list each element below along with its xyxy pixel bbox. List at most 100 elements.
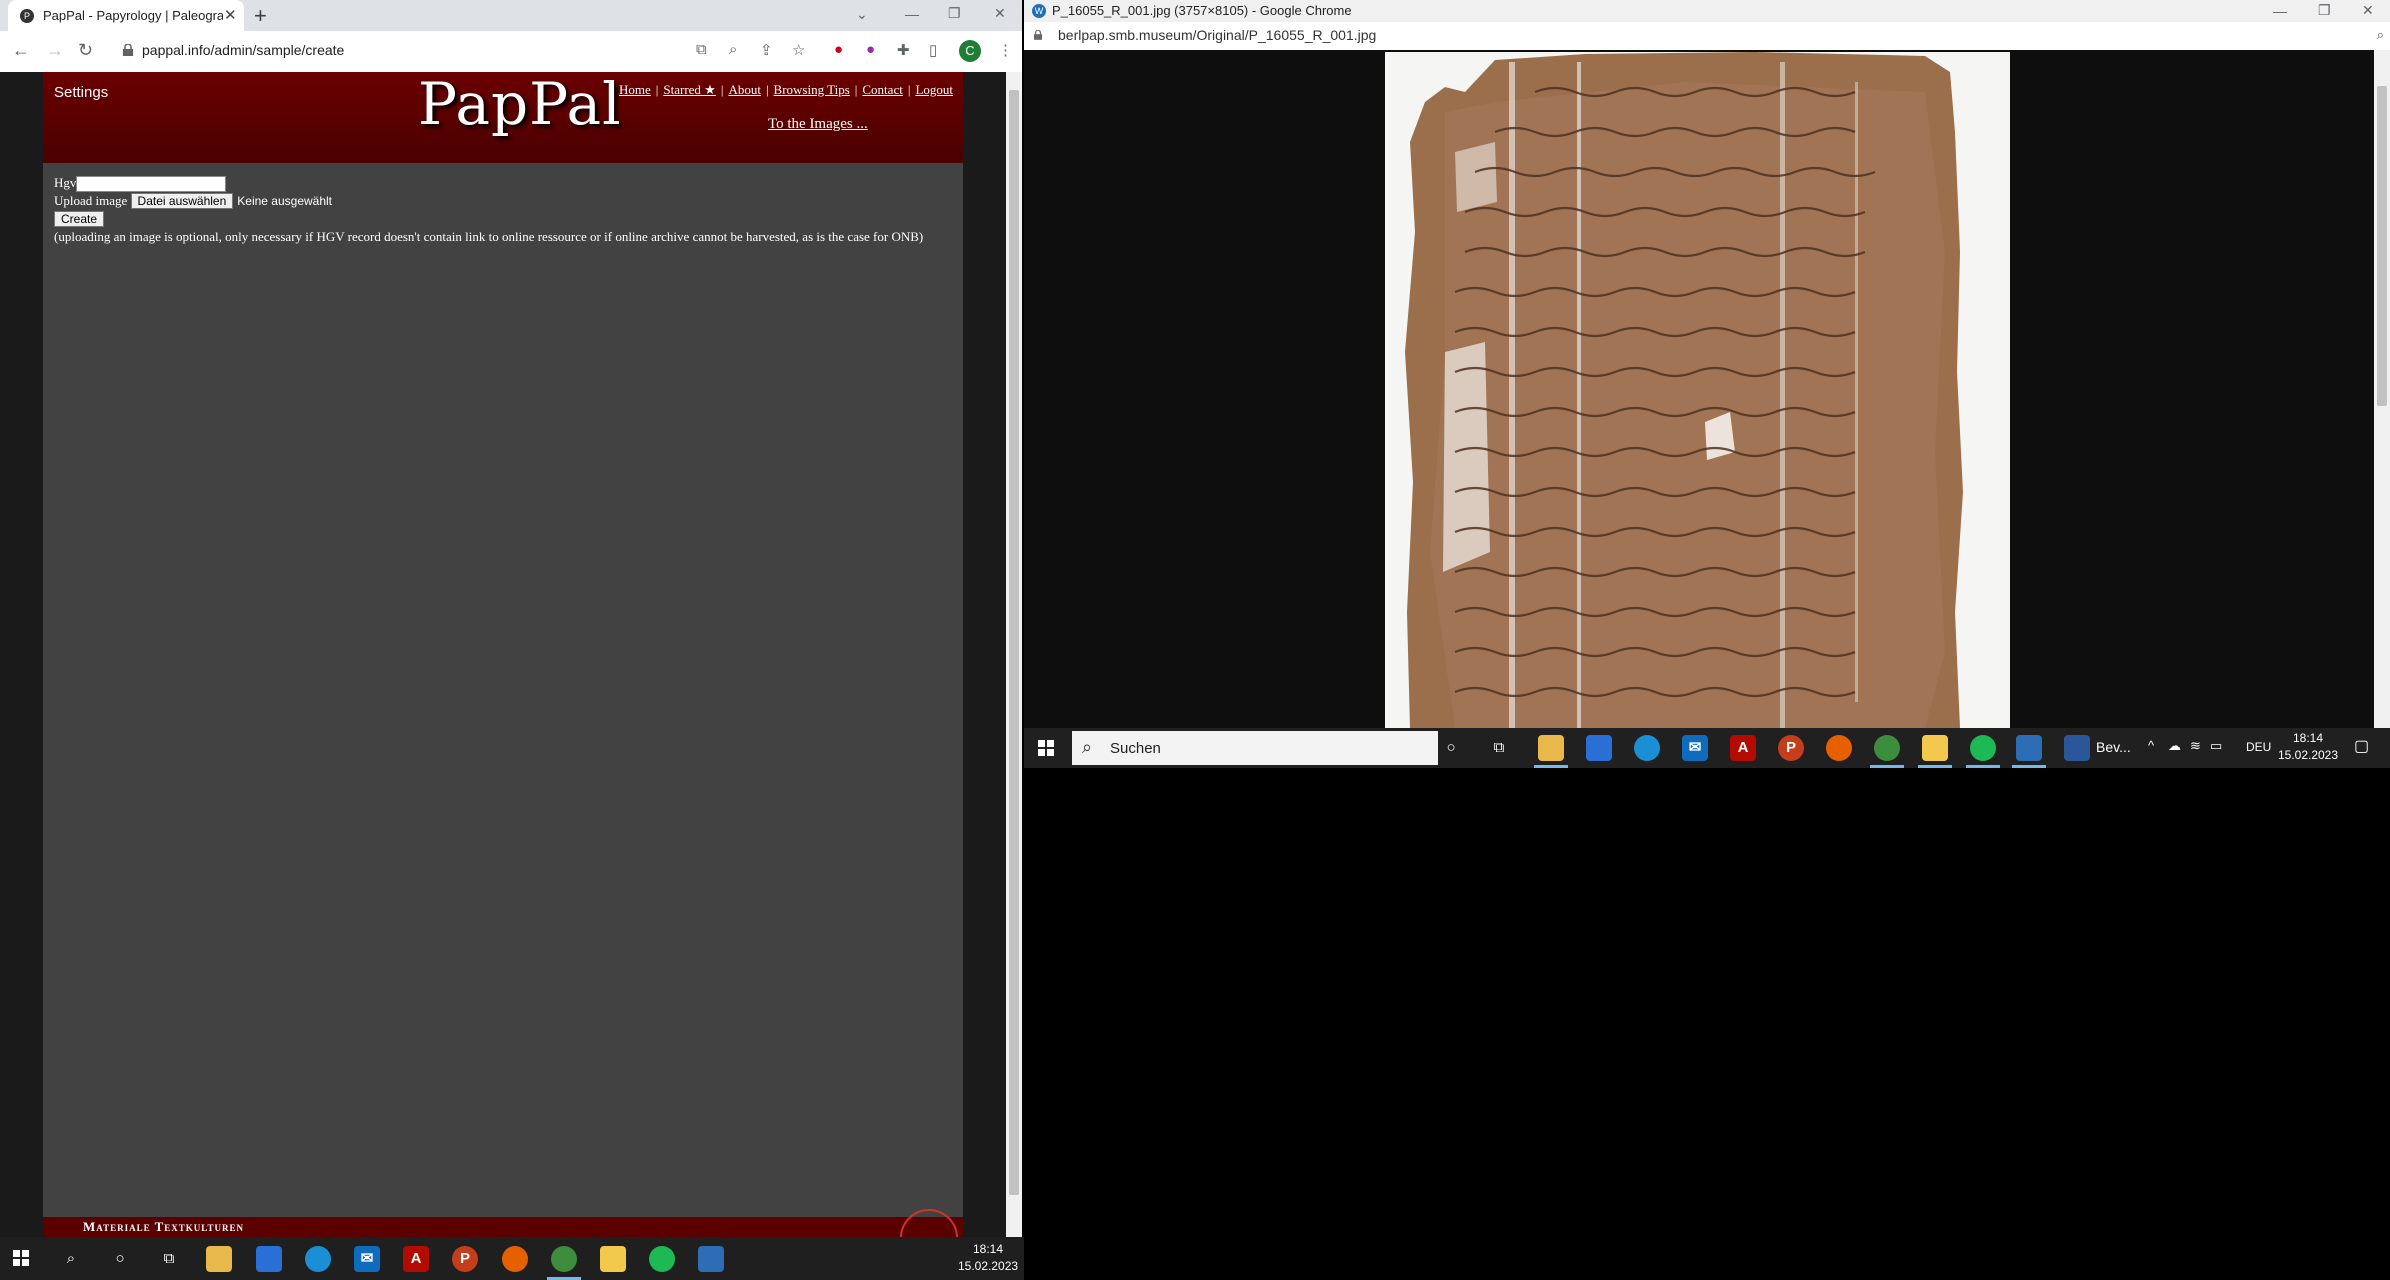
- windows-start-icon[interactable]: [13, 1250, 29, 1266]
- zoom-icon[interactable]: ⌕: [2377, 27, 2384, 43]
- share-icon[interactable]: ⇪: [760, 41, 773, 59]
- cortana-icon[interactable]: ○: [1438, 735, 1464, 761]
- translate-icon[interactable]: ⧉: [696, 41, 707, 58]
- taskbar-app-label[interactable]: Bev...: [2096, 739, 2131, 755]
- taskbar-clock[interactable]: 18:14 15.02.2023: [2276, 730, 2340, 764]
- extension-red-icon[interactable]: ●: [834, 41, 843, 58]
- windows-start-icon[interactable]: [1038, 740, 1054, 756]
- hgv-input[interactable]: [76, 176, 227, 193]
- nav-home[interactable]: Home: [619, 82, 651, 97]
- taskbar-clock[interactable]: 18:14 15.02.2023: [958, 1241, 1018, 1275]
- taskbar-search-box[interactable]: ⌕ Suchen: [1072, 731, 1438, 765]
- restore-icon[interactable]: ❐: [2318, 2, 2331, 19]
- close-window-icon[interactable]: ✕: [994, 5, 1006, 22]
- page-scrollbar[interactable]: [1006, 72, 1022, 1237]
- file-explorer-icon[interactable]: [1538, 735, 1564, 761]
- create-button[interactable]: Create: [54, 211, 105, 227]
- site-logo[interactable]: PapPal: [418, 70, 622, 138]
- task-view-icon[interactable]: ⧉: [156, 1246, 182, 1272]
- address-bar-row: berlpap.smb.museum/Original/P_16055_R_00…: [1024, 22, 2390, 50]
- lock-icon[interactable]: [1034, 30, 1042, 40]
- chrome-icon[interactable]: [551, 1246, 577, 1272]
- tab-search-icon[interactable]: ⌄: [856, 6, 868, 23]
- wifi-icon[interactable]: ≋: [2190, 738, 2201, 754]
- upload-image-label: Upload image: [54, 193, 128, 208]
- nav-about[interactable]: About: [728, 82, 761, 97]
- word-doc-icon[interactable]: [2064, 735, 2090, 761]
- file-manager-icon[interactable]: [600, 1246, 626, 1272]
- acrobat-icon[interactable]: A: [403, 1246, 429, 1272]
- firefox-icon[interactable]: [502, 1246, 528, 1272]
- pappal-page: Settings PapPal Home | Starred ★ | About | Bro…: [43, 70, 963, 1237]
- powerpoint-icon[interactable]: P: [1778, 735, 1804, 761]
- settings-link[interactable]: Settings: [54, 84, 108, 101]
- spotify-icon[interactable]: [1970, 735, 1996, 761]
- spotify-icon[interactable]: [649, 1246, 675, 1272]
- image-scrollbar[interactable]: [2374, 50, 2390, 728]
- notifications-icon[interactable]: ▢: [2354, 736, 2369, 756]
- cortana-icon[interactable]: ○: [107, 1246, 133, 1272]
- browser-toolbar: ← → ↻ pappal.info/admin/sample/create ⧉ …: [0, 31, 1022, 73]
- close-window-icon[interactable]: ✕: [2362, 2, 2374, 19]
- nav-starred[interactable]: Starred ★: [663, 82, 715, 97]
- powerpoint-icon[interactable]: P: [452, 1246, 478, 1272]
- extension-purple-icon[interactable]: ●: [866, 41, 875, 58]
- new-tab-button[interactable]: +: [254, 3, 267, 29]
- file-explorer-icon[interactable]: [206, 1246, 232, 1272]
- back-icon[interactable]: ←: [12, 40, 30, 61]
- pappal-favicon-icon: P: [20, 9, 34, 23]
- reload-icon[interactable]: ↻: [78, 40, 93, 61]
- nav-separator: |: [854, 82, 858, 97]
- clock-date: 15.02.2023: [2277, 748, 2339, 762]
- address-bar[interactable]: berlpap.smb.museum/Original/P_16055_R_00…: [1058, 27, 1376, 43]
- photos-icon[interactable]: [2016, 735, 2042, 761]
- papyrus-image[interactable]: [1385, 52, 2010, 728]
- file-manager-icon[interactable]: [1922, 735, 1948, 761]
- battery-icon[interactable]: ▭: [2210, 738, 2222, 754]
- wordpress-favicon-icon: W: [1032, 4, 1046, 18]
- profile-avatar[interactable]: C: [959, 40, 981, 62]
- language-indicator[interactable]: DEU: [2246, 740, 2271, 754]
- search-placeholder: Suchen: [1110, 740, 1161, 757]
- bookmark-star-icon[interactable]: ☆: [792, 41, 805, 59]
- store-icon[interactable]: [256, 1246, 282, 1272]
- close-tab-icon[interactable]: ✕: [224, 6, 237, 24]
- forward-icon[interactable]: →: [46, 40, 64, 61]
- scrollbar-thumb[interactable]: [1009, 90, 1019, 1195]
- task-view-icon[interactable]: ⧉: [1486, 735, 1512, 761]
- scrollbar-thumb[interactable]: [2377, 86, 2387, 406]
- mail-icon[interactable]: ✉: [1682, 735, 1708, 761]
- nav-browsing-tips[interactable]: Browsing Tips: [774, 82, 850, 97]
- nav-separator: |: [655, 82, 659, 97]
- search-icon: ⌕: [1082, 737, 1093, 757]
- right-browser-window: W P_16055_R_001.jpg (3757×8105) - Google…: [1024, 0, 2390, 728]
- extensions-puzzle-icon[interactable]: ✚: [897, 41, 910, 59]
- choose-file-button[interactable]: Datei auswählen: [130, 193, 234, 209]
- store-icon[interactable]: [1586, 735, 1612, 761]
- nav-logout[interactable]: Logout: [915, 82, 953, 97]
- address-bar[interactable]: pappal.info/admin/sample/create: [142, 42, 344, 58]
- minimize-icon[interactable]: —: [905, 6, 919, 22]
- tab-pappal[interactable]: P PapPal - Papyrology | Paleograph... ✕: [8, 0, 244, 31]
- to-the-images-link[interactable]: To the Images ...: [768, 116, 868, 133]
- edge-icon[interactable]: [305, 1246, 331, 1272]
- mail-icon[interactable]: ✉: [354, 1246, 380, 1272]
- side-panel-icon[interactable]: ▯: [929, 41, 937, 59]
- photos-icon[interactable]: [698, 1246, 724, 1272]
- lock-icon[interactable]: [123, 44, 133, 56]
- footer-logo[interactable]: [900, 1209, 958, 1237]
- nav-contact[interactable]: Contact: [862, 82, 902, 97]
- hgv-label: Hgv: [54, 175, 77, 190]
- show-hidden-icons-chevron-icon[interactable]: ^: [2148, 738, 2154, 753]
- firefox-icon[interactable]: [1826, 735, 1852, 761]
- edge-icon[interactable]: [1634, 735, 1660, 761]
- menu-kebab-icon[interactable]: ⋮: [998, 41, 1013, 59]
- minimize-icon[interactable]: —: [2273, 3, 2287, 19]
- chrome-icon[interactable]: [1874, 735, 1900, 761]
- acrobat-icon[interactable]: A: [1730, 735, 1756, 761]
- restore-icon[interactable]: ❐: [948, 5, 961, 22]
- file-manager-active-indicator: [1918, 765, 1952, 768]
- onedrive-icon[interactable]: ☁: [2168, 738, 2181, 754]
- zoom-icon[interactable]: ⌕: [729, 41, 737, 58]
- search-icon[interactable]: ⌕: [58, 1246, 84, 1272]
